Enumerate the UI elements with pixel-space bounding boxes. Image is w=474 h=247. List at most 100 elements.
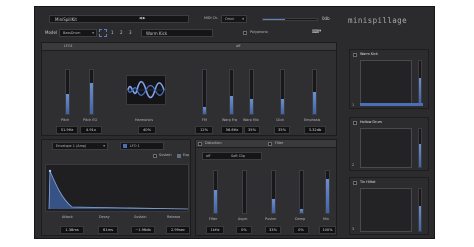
warp-mix-slider[interactable] xyxy=(249,69,254,115)
sustain-value[interactable]: ~1.96db xyxy=(131,226,155,234)
pitch-value[interactable]: 51.9Hz xyxy=(56,126,78,134)
lfo-state[interactable]: off xyxy=(236,44,240,48)
dist-filter-label: Filter xyxy=(209,217,218,221)
slot-2-pad[interactable] xyxy=(360,128,412,168)
chevron-down-icon: ▾ xyxy=(103,143,105,148)
model-value: BassDrum xyxy=(63,30,81,35)
slot-3-checkbox[interactable] xyxy=(353,181,357,185)
link-icon[interactable] xyxy=(99,29,107,37)
lfo-header: LFO1 off xyxy=(42,43,336,51)
pitch-slider[interactable] xyxy=(65,69,70,115)
damp-label: Damp xyxy=(295,217,306,221)
release-value[interactable]: 2.99sec xyxy=(166,226,190,234)
mix-value[interactable]: 100% xyxy=(319,226,336,234)
midi-channel-select[interactable]: Omni ▾ xyxy=(221,15,247,23)
filter-enable-checkbox[interactable] xyxy=(268,141,272,146)
lfo-color-swatch xyxy=(123,144,127,148)
asym-value[interactable]: 0% xyxy=(236,226,252,234)
click-slider[interactable] xyxy=(280,69,285,115)
slot-3-pad[interactable] xyxy=(360,188,412,232)
pusher-value[interactable]: 33% xyxy=(265,226,281,234)
sustain-toggle-label: Sustain xyxy=(159,153,172,157)
drum-slot-1[interactable]: Warm Kick 1 xyxy=(349,49,429,109)
envelope-graph[interactable] xyxy=(45,164,189,212)
volume-slider[interactable] xyxy=(262,18,318,21)
polyphonic-checkbox[interactable] xyxy=(243,31,247,35)
voice-2-button[interactable]: 2 xyxy=(120,31,123,35)
emphasis-slider[interactable] xyxy=(312,69,317,115)
warp-frq-value[interactable]: 56.6Hz xyxy=(221,126,243,134)
drum-slot-3[interactable]: Tin HiHat 3 xyxy=(349,177,429,235)
voice-3-button[interactable]: 3 xyxy=(129,31,132,35)
volume-readout: 0db xyxy=(322,16,330,21)
mix-slider[interactable] xyxy=(325,170,330,214)
damp-value[interactable]: 0% xyxy=(293,226,309,234)
attack-value[interactable]: 1.38ms xyxy=(60,226,84,234)
exp-checkbox[interactable] xyxy=(177,154,181,158)
harmonics-label: Harmonics xyxy=(135,118,154,122)
warp-frq-slider[interactable] xyxy=(229,69,234,115)
emphasis-value[interactable]: 3.32db xyxy=(304,126,326,134)
pitch-eg-value[interactable]: 4.91x xyxy=(80,126,102,134)
pitch-eg-slider[interactable] xyxy=(89,69,94,115)
envelope-select[interactable]: Envelope 1 (Amp) ▾ xyxy=(52,142,108,150)
dist-filter-slider[interactable] xyxy=(213,170,218,214)
voice-1-button[interactable]: 1 xyxy=(111,31,114,35)
midi-channel-label: MIDI Ch. xyxy=(204,16,219,20)
warp-mix-label: Warp Mix xyxy=(243,118,259,122)
mix-label: Mix xyxy=(323,217,329,221)
damp-slider[interactable] xyxy=(299,170,304,214)
attack-label: Attack xyxy=(62,215,73,219)
pitch-eg-label: Pitch EG xyxy=(83,118,98,122)
tab-filter[interactable]: Filter xyxy=(275,141,283,145)
preset-name-field[interactable]: Warm Kick xyxy=(141,29,213,37)
pusher-label: Pusher xyxy=(265,217,277,221)
warp-mix-value[interactable]: 35% xyxy=(244,126,260,134)
drum-slot-2[interactable]: Hollow Drum 2 xyxy=(349,117,429,171)
kit-name-field[interactable]: MiniSpillKit xyxy=(49,15,189,23)
release-label: Release xyxy=(167,215,181,219)
slot-1-selected-bar xyxy=(360,103,423,106)
distortion-panel: Distortion Filter off Soft Clip Filter 1… xyxy=(195,139,337,236)
decay-value[interactable]: 61ms xyxy=(98,226,118,234)
slot-2-level-slider[interactable] xyxy=(418,128,422,168)
pusher-slider[interactable] xyxy=(271,170,276,214)
asym-slider[interactable] xyxy=(242,170,247,214)
envelope-panel: Envelope 1 (Amp) ▾ LFO 1 Sustain Exp Att… xyxy=(41,139,191,236)
emphasis-label: Emphasis xyxy=(304,118,321,122)
model-select[interactable]: BassDrum ▾ xyxy=(59,29,97,37)
tab-distortion[interactable]: Distortion xyxy=(205,141,222,145)
slot-2-name: Hollow Drum xyxy=(360,120,382,124)
effect-tabs: Distortion Filter xyxy=(196,140,336,148)
harmonics-display[interactable] xyxy=(126,75,166,105)
envelope-lfo-select[interactable]: LFO 1 xyxy=(120,142,164,150)
click-value[interactable]: 35% xyxy=(274,126,290,134)
polyphonic-label: Polyphonic xyxy=(250,30,269,34)
fm-slider[interactable] xyxy=(202,69,207,115)
slot-2-checkbox[interactable] xyxy=(353,121,357,125)
distortion-type-select[interactable]: off Soft Clip xyxy=(202,152,262,160)
sustain-checkbox[interactable] xyxy=(153,154,157,158)
harmonics-value[interactable]: 40% xyxy=(138,126,156,134)
slot-3-level-slider[interactable] xyxy=(418,188,422,232)
slot-1-checkbox[interactable] xyxy=(353,53,357,57)
distortion-mode: off xyxy=(206,153,211,158)
sustain-label: Sustain xyxy=(134,215,147,219)
chevron-down-icon[interactable]: ▾ xyxy=(319,29,321,35)
chevron-down-icon: ▾ xyxy=(242,16,244,21)
slot-1-name: Warm Kick xyxy=(360,52,378,56)
prev-kit-arrow-icon[interactable]: ◀ ▶ xyxy=(139,16,146,21)
warp-frq-label: Warp Frq xyxy=(222,118,238,122)
brand-logo: minispillage xyxy=(348,16,407,25)
envelope-lfo-value: LFO 1 xyxy=(130,143,140,148)
slot-1-level-slider[interactable] xyxy=(418,60,422,104)
lfo-label: LFO1 xyxy=(64,44,73,48)
fm-value[interactable]: 12% xyxy=(195,126,213,134)
midi-channel-value: Omni xyxy=(225,16,235,21)
dist-filter-value[interactable]: 1kHz xyxy=(206,226,224,234)
harmonics-waveform xyxy=(127,80,165,99)
distortion-enable-checkbox[interactable] xyxy=(198,141,202,146)
slot-1-pad[interactable] xyxy=(360,60,412,104)
preset-name: Warm Kick xyxy=(146,30,168,36)
fm-label: FM xyxy=(202,118,207,122)
